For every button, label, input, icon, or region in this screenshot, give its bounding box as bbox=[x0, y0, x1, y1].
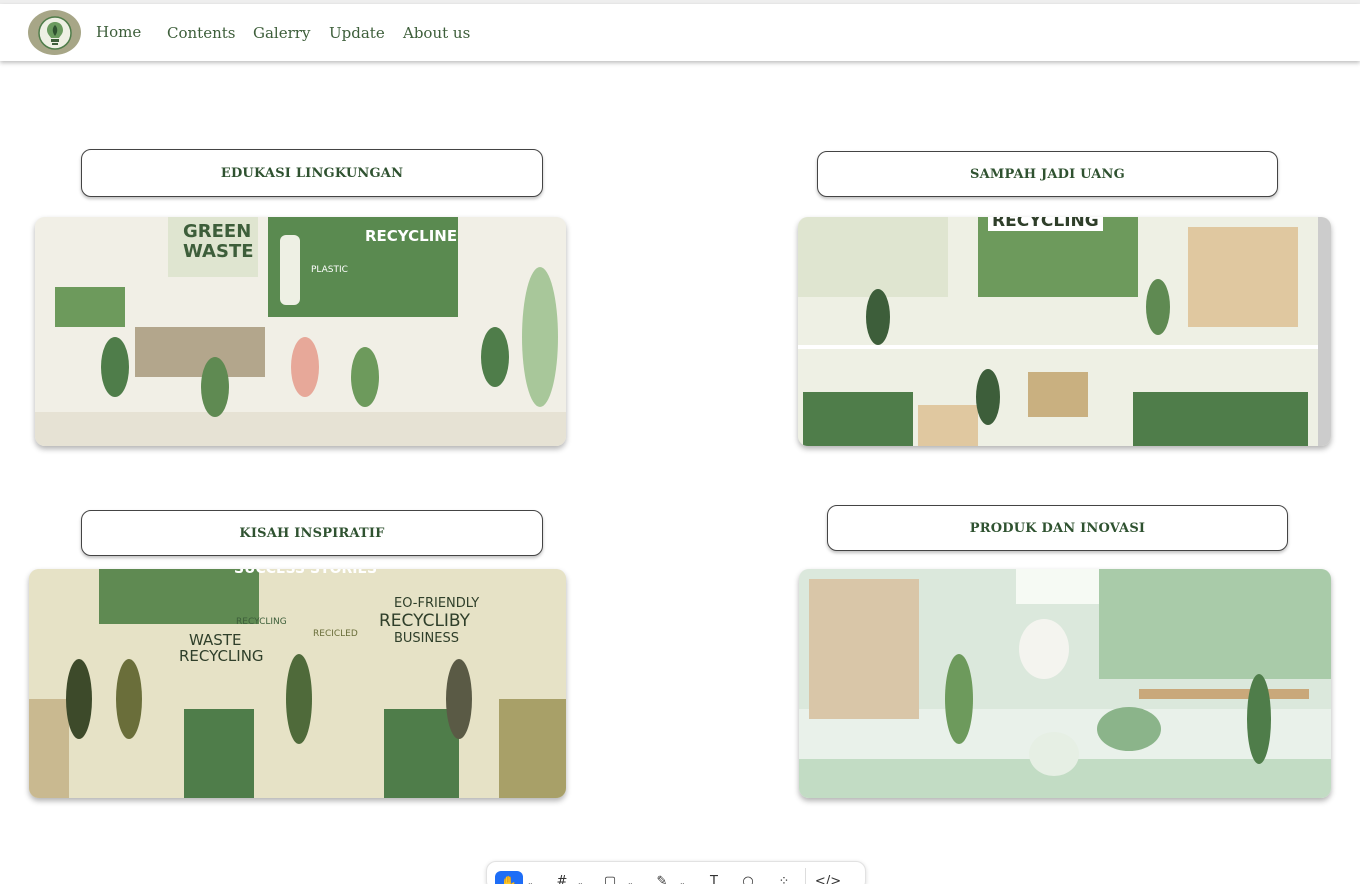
section-button-sampah-jadi-uang[interactable]: SAMPAH JADI UANG bbox=[817, 151, 1278, 197]
image-text-recicled: RECICLED bbox=[313, 629, 358, 639]
image-text-recycliby: RECYCLIBY bbox=[379, 611, 471, 631]
rectangle-icon[interactable]: ▢ bbox=[601, 872, 619, 884]
image-text-recycling: RECYCLING bbox=[988, 217, 1103, 231]
chevron-down-icon[interactable]: ⌄ bbox=[679, 878, 686, 884]
image-text-recycling-small: RECYCLING bbox=[236, 617, 287, 627]
kisah-inspiratif-image[interactable]: SUCCESS STORIES RECYCLING RECICLED WASTE… bbox=[29, 569, 566, 798]
section-button-kisah-inspiratif[interactable]: KISAH INSPIRATIF bbox=[81, 510, 543, 556]
image-text-waste: WASTE bbox=[183, 241, 254, 262]
image-text-business: BUSINESS bbox=[394, 631, 459, 646]
image-text-success-stories: SUCCESS STORIES bbox=[234, 569, 378, 577]
success-stories-illustration bbox=[29, 569, 566, 798]
text-icon[interactable]: T bbox=[705, 872, 723, 884]
design-toolbar: ✋ ⌄ # ⌄ ▢ ⌄ ✎ ⌄ T ○ ⁘ </> bbox=[486, 861, 866, 884]
pen-icon[interactable]: ✎ bbox=[653, 872, 671, 884]
chevron-down-icon[interactable]: ⌄ bbox=[577, 878, 584, 884]
classroom-illustration bbox=[35, 217, 566, 446]
nav-contents[interactable]: Contents bbox=[167, 24, 235, 42]
nav-galerry[interactable]: Galerry bbox=[253, 24, 310, 42]
produk-dan-inovasi-image[interactable] bbox=[799, 569, 1331, 798]
sampah-jadi-uang-image[interactable]: RECYCLING bbox=[798, 217, 1331, 446]
nav-home[interactable]: Home bbox=[96, 23, 141, 41]
toolbar-divider bbox=[805, 868, 806, 884]
chevron-down-icon[interactable]: ⌄ bbox=[627, 878, 634, 884]
section-button-edukasi-lingkungan[interactable]: EDUKASI LINGKUNGAN bbox=[81, 149, 543, 197]
nav-about-us[interactable]: About us bbox=[403, 24, 470, 42]
lightbulb-leaf-icon bbox=[37, 15, 72, 50]
image-text-plastic: PLASTIC bbox=[311, 265, 348, 275]
edukasi-lingkungan-image[interactable]: GREEN WASTE RECYCLINE PLASTIC bbox=[35, 217, 566, 446]
chevron-down-icon[interactable]: ⌄ bbox=[527, 878, 534, 884]
image-text-recycline: RECYCLINE bbox=[365, 227, 458, 245]
section-button-produk-dan-inovasi[interactable]: PRODUK DAN INOVASI bbox=[827, 505, 1288, 551]
comment-icon[interactable]: ○ bbox=[739, 872, 757, 884]
eco-store-illustration bbox=[799, 569, 1331, 798]
image-text-waste-recycling-2: RECYCLING bbox=[179, 647, 264, 665]
navbar: Home Contents Galerry Update About us bbox=[0, 4, 1360, 61]
frame-icon[interactable]: # bbox=[553, 872, 571, 884]
components-icon[interactable]: ⁘ bbox=[775, 872, 793, 884]
hand-icon[interactable]: ✋ bbox=[495, 871, 523, 884]
nav-update[interactable]: Update bbox=[329, 24, 385, 42]
image-text-green: GREEN bbox=[183, 221, 252, 242]
recycling-center-illustration bbox=[798, 217, 1331, 446]
code-icon[interactable]: </> bbox=[815, 872, 841, 884]
image-text-eo-friendly: EO-FRIENDLY bbox=[394, 596, 480, 611]
logo[interactable] bbox=[28, 10, 81, 55]
